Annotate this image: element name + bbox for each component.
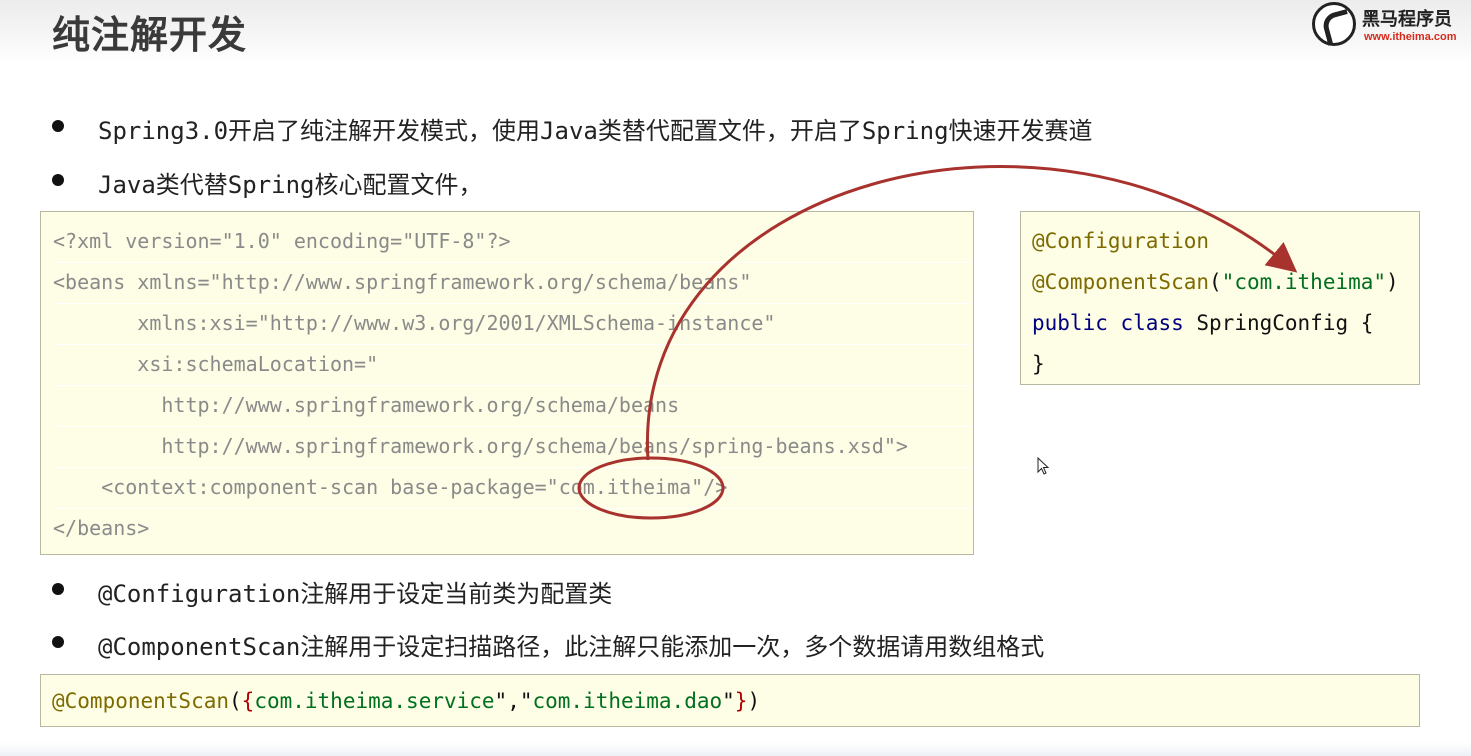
mouse-cursor-icon	[1037, 457, 1050, 475]
arrow-path	[646, 165, 1298, 461]
slide-footer	[0, 742, 1471, 756]
curved-arrow-icon	[577, 165, 1298, 520]
highlight-ellipse	[577, 456, 725, 520]
